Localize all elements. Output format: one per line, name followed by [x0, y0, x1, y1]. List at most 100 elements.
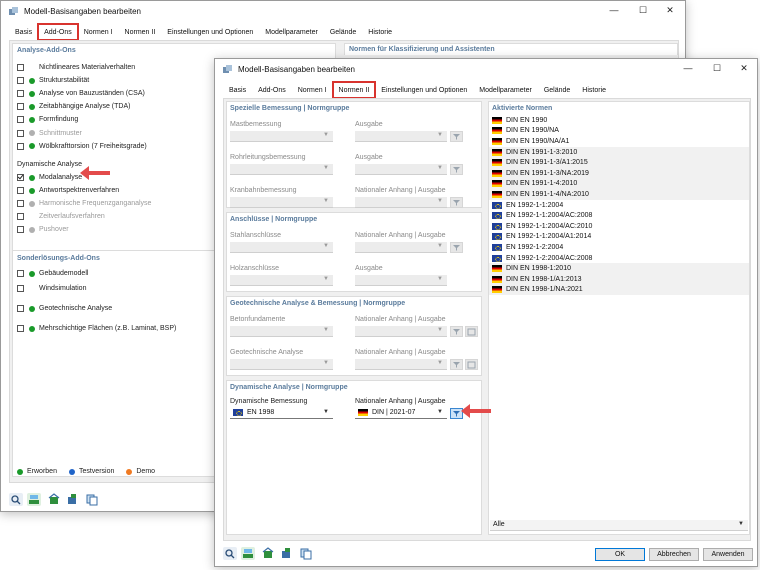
copy-icon[interactable] [85, 493, 99, 506]
addon-checkbox[interactable] [17, 213, 24, 220]
tab-settings[interactable]: Einstellungen und Optionen [161, 24, 259, 40]
minimize-button[interactable]: — [603, 3, 625, 17]
apply-button[interactable]: Anwenden [703, 548, 753, 561]
geotech-select[interactable]: ▼ [230, 359, 333, 370]
addon-row[interactable]: Formfindung [17, 114, 78, 125]
addon-checkbox[interactable] [17, 103, 24, 111]
addon-row[interactable]: Mehrschichtige Flächen (z.B. Laminat, BS… [17, 323, 176, 334]
norm-item[interactable]: DIN EN 1998-1/A1:2013 [489, 274, 749, 285]
tab-basis[interactable]: Basis [9, 24, 38, 40]
addon-checkbox[interactable] [17, 270, 24, 277]
tab-add-ons[interactable]: Add-Ons [37, 23, 79, 41]
tab-normen-1[interactable]: Normen I [78, 24, 119, 40]
filter-button[interactable] [450, 131, 463, 142]
norm-item[interactable]: DIN EN 1998-1:2010 [489, 263, 749, 274]
crane-design-select[interactable]: ▼ [230, 197, 333, 208]
filter-button[interactable] [450, 242, 463, 253]
geotech-annex-select[interactable]: ▼ [355, 359, 447, 370]
addon-row[interactable]: Analyse von Bauzuständen (CSA) [17, 88, 145, 99]
export-icon[interactable] [279, 547, 293, 560]
addon-checkbox[interactable] [17, 325, 24, 332]
norm-item[interactable]: EN 1992-1-1:2004/AC:2008 [489, 210, 749, 221]
norm-item[interactable]: EN 1992-1-1:2004/A1:2014 [489, 232, 749, 243]
norm-item[interactable]: EN 1992-1-1:2004 [489, 200, 749, 211]
addon-checkbox[interactable] [17, 64, 24, 71]
tab-model-params[interactable]: Modellparameter [473, 82, 538, 98]
addon-row[interactable]: Strukturstabilität [17, 75, 89, 86]
norm-item[interactable]: DIN EN 1991-1-3:2010 [489, 146, 749, 158]
norm-item[interactable]: DIN EN 1990/NA/A1 [489, 136, 749, 147]
dynamic-annex-select[interactable]: DIN | 2021-07 ▼ [355, 408, 447, 419]
tab-add-ons[interactable]: Add-Ons [252, 82, 292, 98]
addon-row[interactable]: Gebäudemodell [17, 268, 88, 279]
addon-row[interactable]: Pushover [17, 224, 69, 235]
search-icon[interactable] [9, 493, 23, 506]
dynamic-design-select[interactable]: EN 1998 ▼ [230, 408, 333, 419]
timber-edition-select[interactable]: ▼ [355, 275, 447, 286]
foundation-annex-select[interactable]: ▼ [355, 326, 447, 337]
tab-normen-2[interactable]: Normen II [331, 81, 377, 99]
pipe-design-select[interactable]: ▼ [230, 164, 333, 175]
import-icon[interactable] [261, 547, 275, 560]
filter-button[interactable] [450, 359, 463, 370]
norm-item[interactable]: EN 1992-1-2:2004 [489, 242, 749, 253]
addon-checkbox[interactable] [17, 285, 24, 292]
addon-row[interactable]: Nichtlineares Materialverhalten [17, 62, 135, 73]
tab-basis[interactable]: Basis [223, 82, 252, 98]
addon-checkbox[interactable] [17, 226, 24, 233]
maximize-button[interactable]: ☐ [706, 61, 728, 75]
addon-row[interactable]: Wölbkrafttorsion (7 Freiheitsgrade) [17, 141, 147, 152]
close-button[interactable]: ✕ [659, 3, 681, 17]
addon-checkbox[interactable] [17, 142, 24, 150]
units-icon[interactable] [27, 493, 41, 506]
mast-edition-select[interactable]: ▼ [355, 131, 447, 142]
minimize-button[interactable]: — [677, 61, 699, 75]
tab-normen-2[interactable]: Normen II [119, 24, 162, 40]
addon-row[interactable]: Zeitabhängige Analyse (TDA) [17, 101, 130, 112]
norm-item[interactable]: DIN EN 1998-1/NA:2021 [489, 284, 749, 296]
edit-norm-button[interactable] [465, 326, 478, 337]
norm-item[interactable]: DIN EN 1991-1-4:2010 [489, 178, 749, 190]
norm-item[interactable]: DIN EN 1991-1-3/NA:2019 [489, 168, 749, 179]
tab-model-params[interactable]: Modellparameter [259, 24, 324, 40]
ok-button[interactable]: OK [595, 548, 645, 561]
addon-checkbox[interactable] [17, 187, 24, 194]
timber-connection-select[interactable]: ▼ [230, 275, 333, 286]
addon-row[interactable]: Modalanalyse [17, 172, 82, 183]
addon-checkbox[interactable] [17, 116, 24, 124]
addon-checkbox[interactable] [17, 174, 24, 181]
tab-terrain[interactable]: Gelände [538, 82, 576, 98]
filter-button[interactable] [450, 164, 463, 175]
norm-item[interactable]: DIN EN 1991-1-3/A1:2015 [489, 157, 749, 168]
edit-norm-button[interactable] [465, 359, 478, 370]
steel-annex-select[interactable]: ▼ [355, 242, 447, 253]
tab-history[interactable]: Historie [576, 82, 612, 98]
addon-row[interactable]: Harmonische Frequenzganganalyse [17, 198, 151, 209]
filter-button[interactable] [450, 197, 463, 208]
norm-item[interactable]: DIN EN 1991-1-4/NA:2010 [489, 189, 749, 200]
norm-item[interactable]: DIN EN 1990 [489, 115, 749, 126]
crane-annex-select[interactable]: ▼ [355, 197, 447, 208]
addon-checkbox[interactable] [17, 200, 24, 207]
units-icon[interactable] [241, 547, 255, 560]
addon-checkbox[interactable] [17, 77, 24, 85]
close-button[interactable]: ✕ [733, 61, 755, 75]
addon-row[interactable]: Geotechnische Analyse [17, 303, 112, 314]
search-icon[interactable] [223, 547, 237, 560]
addon-row[interactable]: Windsimulation [17, 283, 86, 294]
pipe-edition-select[interactable]: ▼ [355, 164, 447, 175]
filter-button[interactable] [450, 326, 463, 337]
addon-row[interactable]: Antwortspektrenverfahren [17, 185, 119, 196]
export-icon[interactable] [65, 493, 79, 506]
mast-design-select[interactable]: ▼ [230, 131, 333, 142]
maximize-button[interactable]: ☐ [632, 3, 654, 17]
norm-item[interactable]: DIN EN 1990/NA [489, 126, 749, 137]
addon-checkbox[interactable] [17, 90, 24, 98]
tab-settings[interactable]: Einstellungen und Optionen [375, 82, 473, 98]
norm-item[interactable]: EN 1992-1-1:2004/AC:2010 [489, 221, 749, 232]
foundation-select[interactable]: ▼ [230, 326, 333, 337]
addon-row[interactable]: Zeitverlaufsverfahren [17, 211, 105, 222]
steel-connection-select[interactable]: ▼ [230, 242, 333, 253]
norm-item[interactable]: EN 1992-1-2:2004/AC:2008 [489, 253, 749, 264]
norm-filter-select[interactable]: Alle ▼ [490, 520, 748, 531]
